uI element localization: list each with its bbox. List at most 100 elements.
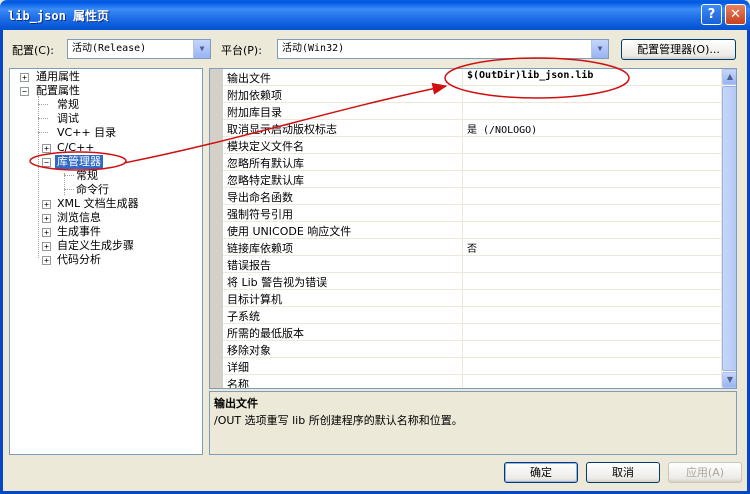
property-row[interactable]: 将 Lib 警告视为错误	[223, 273, 721, 290]
property-name: 强制符号引用	[227, 208, 293, 221]
property-row[interactable]: 忽略所有默认库	[223, 154, 721, 171]
tree-item-config-properties[interactable]: 配置属性	[36, 84, 80, 98]
tree-item-xml-doc-generator[interactable]: XML 文档生成器	[57, 197, 139, 211]
property-name: 移除对象	[227, 344, 271, 357]
expand-icon[interactable]: +	[42, 242, 51, 251]
description-title: 输出文件	[214, 397, 258, 410]
property-value[interactable]: $(OutDir)lib_json.lib	[467, 70, 593, 81]
tree-item-general[interactable]: 常规	[57, 98, 79, 112]
property-name: 附加依赖项	[227, 89, 282, 102]
property-row[interactable]: 使用 UNICODE 响应文件	[223, 222, 721, 239]
expand-icon[interactable]: +	[42, 256, 51, 265]
property-value[interactable]: 是 (/NOLOGO)	[467, 121, 537, 136]
config-manager-button[interactable]: 配置管理器(O)...	[621, 39, 736, 60]
scroll-up-icon[interactable]: ▲	[722, 69, 736, 85]
property-row[interactable]: 错误报告	[223, 256, 721, 273]
expand-icon[interactable]: +	[42, 144, 51, 153]
help-button[interactable]: ?	[701, 4, 722, 25]
expand-icon[interactable]: +	[20, 73, 29, 82]
title-bar: lib_json 属性页 ? ✕	[0, 0, 750, 30]
window-title: lib_json 属性页	[8, 9, 110, 23]
grid-separator	[462, 358, 463, 375]
expand-icon[interactable]: +	[42, 200, 51, 209]
tree-item-cpp[interactable]: C/C++	[57, 141, 95, 155]
property-row[interactable]: 目标计算机	[223, 290, 721, 307]
expand-icon[interactable]: +	[42, 228, 51, 237]
tree-item-browse-info[interactable]: 浏览信息	[57, 211, 101, 225]
property-row[interactable]: 详细	[223, 358, 721, 375]
expand-icon[interactable]: +	[42, 214, 51, 223]
tree-item-debugging[interactable]: 调试	[57, 112, 79, 126]
property-name: 链接库依赖项	[227, 242, 293, 255]
chevron-down-icon[interactable]: ▼	[193, 40, 210, 58]
platform-combo[interactable]: 活动(Win32) ▼	[277, 39, 609, 59]
property-name: 附加库目录	[227, 106, 282, 119]
description-text: /OUT 选项重写 lib 所创建程序的默认名称和位置。	[214, 414, 463, 427]
config-combo-value: 活动(Release)	[72, 43, 147, 54]
tree-connector	[38, 118, 48, 119]
property-name: 输出文件	[227, 72, 271, 85]
property-name: 错误报告	[227, 259, 271, 272]
config-label: 配置(C):	[12, 44, 54, 57]
description-panel: 输出文件 /OUT 选项重写 lib 所创建程序的默认名称和位置。	[209, 391, 737, 455]
grid-separator	[462, 137, 463, 154]
close-button[interactable]: ✕	[725, 4, 746, 25]
scroll-thumb[interactable]	[722, 86, 736, 371]
grid-separator	[462, 103, 463, 120]
tree-connector	[64, 175, 74, 176]
property-row[interactable]: 模块定义文件名	[223, 137, 721, 154]
platform-combo-value: 活动(Win32)	[282, 43, 345, 54]
property-row[interactable]: 所需的最低版本	[223, 324, 721, 341]
tree-item-vc-directories[interactable]: VC++ 目录	[57, 126, 116, 140]
property-row[interactable]: 名称	[223, 375, 721, 389]
grid-scrollbar[interactable]: ▲ ▼	[721, 69, 736, 388]
property-grid[interactable]: 输出文件 $(OutDir)lib_json.lib 附加依赖项 附加库目录 取消…	[209, 68, 737, 389]
property-value[interactable]: 否	[467, 240, 477, 255]
grid-separator	[462, 120, 463, 137]
collapse-icon[interactable]: −	[20, 87, 29, 96]
property-row[interactable]: 忽略特定默认库	[223, 171, 721, 188]
property-name: 导出命名函数	[227, 191, 293, 204]
property-row[interactable]: 强制符号引用	[223, 205, 721, 222]
collapse-icon[interactable]: −	[42, 158, 51, 167]
grid-separator	[462, 154, 463, 171]
property-row[interactable]: 取消显示启动版权标志 是 (/NOLOGO)	[223, 120, 721, 137]
property-name: 目标计算机	[227, 293, 282, 306]
grid-separator	[462, 239, 463, 256]
tree-connector	[64, 173, 65, 195]
tree-item-librarian-general[interactable]: 常规	[76, 169, 98, 183]
property-name: 所需的最低版本	[227, 327, 304, 340]
property-row[interactable]: 移除对象	[223, 341, 721, 358]
property-tree[interactable]: + 通用属性 − 配置属性 常规 调试 VC++ 目录 + C/C++ − 库管…	[9, 68, 203, 455]
grid-separator	[462, 256, 463, 273]
ok-button[interactable]: 确定	[504, 462, 578, 483]
tree-item-custom-build-step[interactable]: 自定义生成步骤	[57, 239, 134, 253]
chevron-down-icon[interactable]: ▼	[591, 40, 608, 58]
property-row[interactable]: 输出文件 $(OutDir)lib_json.lib	[223, 69, 721, 86]
property-name: 忽略所有默认库	[227, 157, 304, 170]
property-row[interactable]: 附加库目录	[223, 103, 721, 120]
property-name: 将 Lib 警告视为错误	[227, 276, 328, 289]
property-row[interactable]: 子系统	[223, 307, 721, 324]
grid-separator	[462, 69, 463, 86]
grid-separator	[462, 222, 463, 239]
cancel-button[interactable]: 取消	[586, 462, 660, 483]
platform-label: 平台(P):	[221, 44, 262, 57]
grid-separator	[462, 205, 463, 222]
property-row[interactable]: 导出命名函数	[223, 188, 721, 205]
property-name: 忽略特定默认库	[227, 174, 304, 187]
tree-connector	[64, 189, 74, 190]
tree-item-code-analysis[interactable]: 代码分析	[57, 253, 101, 267]
property-name: 使用 UNICODE 响应文件	[227, 225, 352, 238]
property-name: 名称	[227, 378, 249, 389]
grid-separator	[462, 171, 463, 188]
config-combo[interactable]: 活动(Release) ▼	[67, 39, 211, 59]
tree-item-librarian[interactable]: 库管理器	[55, 155, 103, 169]
scroll-down-icon[interactable]: ▼	[722, 372, 736, 388]
property-row[interactable]: 附加依赖项	[223, 86, 721, 103]
tree-item-build-events[interactable]: 生成事件	[57, 225, 101, 239]
property-row[interactable]: 链接库依赖项 否	[223, 239, 721, 256]
tree-item-command-line[interactable]: 命令行	[76, 183, 109, 197]
apply-button[interactable]: 应用(A)	[668, 462, 742, 483]
tree-item-common-properties[interactable]: 通用属性	[36, 70, 80, 84]
